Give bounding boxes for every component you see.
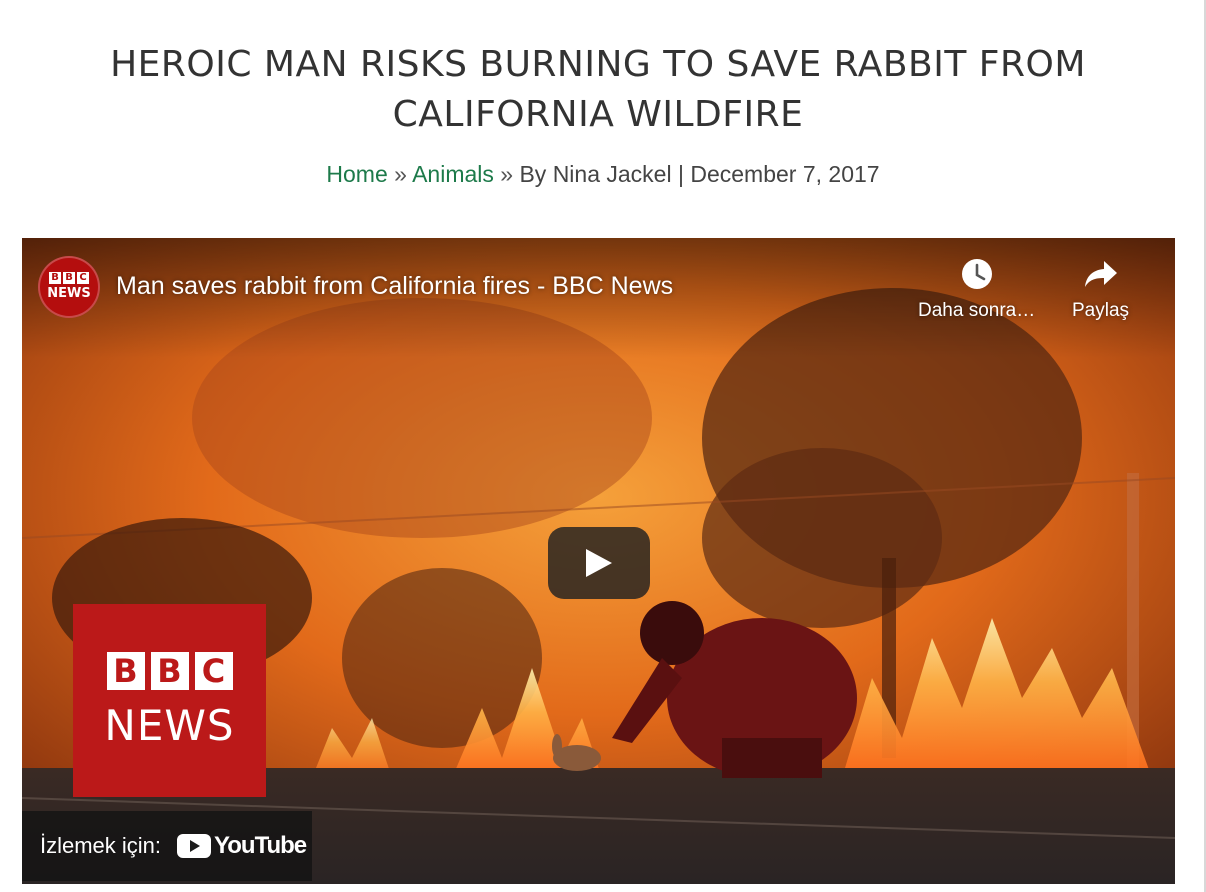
embedded-video-player[interactable]: B B C NEWS Man saves rabbit from Califor… (22, 238, 1175, 884)
bbc-logo-news: NEWS (104, 700, 235, 750)
channel-avatar-letter: C (77, 272, 89, 284)
channel-avatar-bbc-blocks: B B C (49, 272, 89, 284)
breadcrumb-separator: » (394, 161, 407, 187)
breadcrumb-home-link[interactable]: Home (326, 161, 387, 187)
watch-on-label: İzlemek için: (40, 833, 162, 858)
page: HEROIC MAN RISKS BURNING TO SAVE RABBIT … (0, 0, 1206, 892)
video-title-link[interactable]: Man saves rabbit from California fires -… (116, 270, 673, 302)
channel-avatar-letter: B (63, 272, 75, 284)
watch-on-youtube-button[interactable]: İzlemek için: YouTube (22, 811, 312, 881)
play-button[interactable] (548, 527, 650, 599)
youtube-logo: YouTube (177, 832, 307, 860)
byline-divider: | (677, 161, 684, 187)
channel-avatar[interactable]: B B C NEWS (38, 256, 100, 318)
share-label: Paylaş (1072, 300, 1130, 321)
article-date: December 7, 2017 (690, 161, 880, 187)
share-arrow-icon (1083, 256, 1119, 292)
channel-avatar-letter: B (49, 272, 61, 284)
article-byline: By Nina Jackel (519, 161, 672, 187)
article-title: HEROIC MAN RISKS BURNING TO SAVE RABBIT … (110, 44, 1086, 135)
bbc-news-logo-overlay: B B C NEWS (73, 604, 266, 797)
watch-later-button[interactable]: Daha sonra… (918, 256, 1035, 322)
breadcrumb: Home » Animals » By Nina Jackel | Decemb… (40, 158, 1166, 190)
bbc-logo-blocks: B B C (106, 651, 233, 690)
clock-icon (959, 256, 995, 292)
play-icon (586, 549, 612, 577)
bbc-logo-letter: B (150, 651, 189, 690)
breadcrumb-separator: » (500, 161, 514, 187)
share-button[interactable]: Paylaş (1072, 256, 1129, 322)
youtube-play-icon (177, 834, 212, 858)
watch-later-label: Daha sonra… (918, 300, 1036, 321)
youtube-logo-text: YouTube (214, 832, 307, 859)
channel-avatar-news: NEWS (47, 286, 91, 301)
bbc-logo-letter: C (194, 651, 233, 690)
breadcrumb-category-link[interactable]: Animals (412, 161, 494, 187)
bbc-logo-letter: B (106, 651, 145, 690)
